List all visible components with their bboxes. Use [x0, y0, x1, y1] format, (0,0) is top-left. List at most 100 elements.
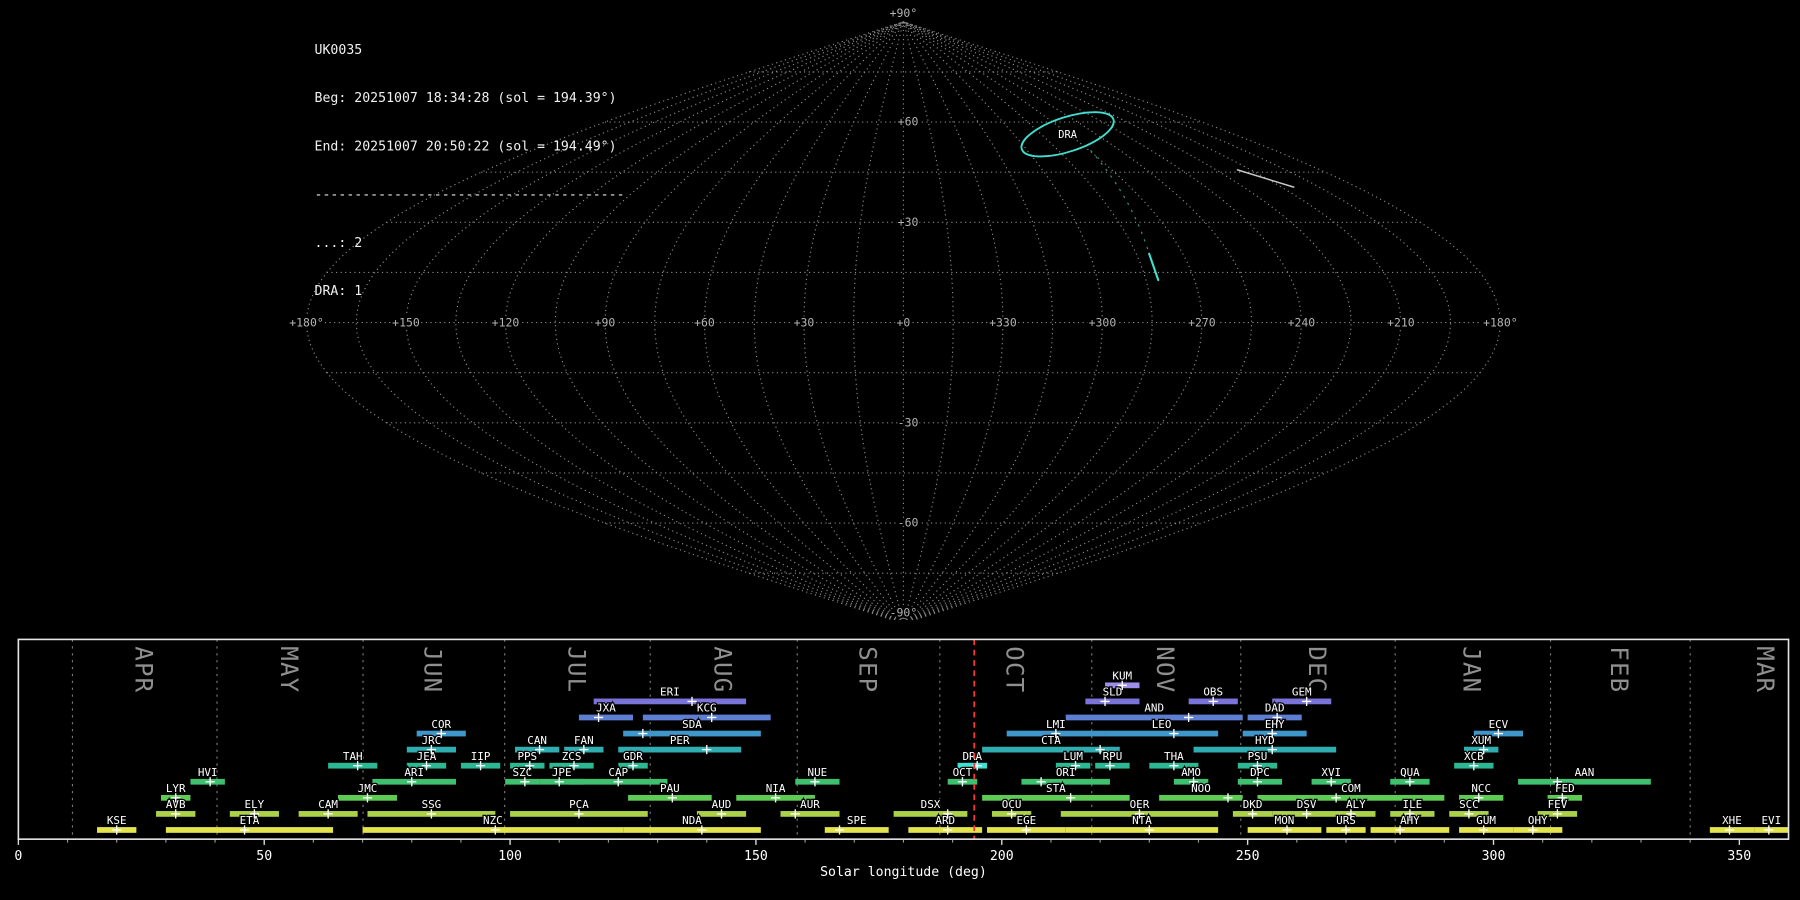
- shower-label: TAH: [343, 750, 363, 763]
- month-label: SEP: [853, 646, 881, 693]
- month-label: JUL: [562, 646, 590, 693]
- shower-label: FEV: [1548, 798, 1568, 811]
- shower-label: JRC: [422, 734, 442, 747]
- axis-tick-label: 150: [744, 849, 768, 864]
- shower-label: GUM: [1476, 814, 1496, 827]
- shower-label: DSX: [921, 798, 941, 811]
- shower-label: EVI: [1761, 814, 1781, 827]
- lon-label: +270: [1188, 316, 1216, 330]
- station-id: UK0035: [314, 41, 363, 58]
- shower-label: MON: [1275, 814, 1295, 827]
- shower-label: NTA: [1132, 814, 1152, 827]
- lat-label: +30: [898, 215, 919, 229]
- shower-label: ARD: [935, 814, 955, 827]
- shower-label: CAM: [318, 798, 338, 811]
- shower-bar: [1513, 827, 1563, 833]
- lon-label: +300: [1089, 316, 1117, 330]
- shower-label: THA: [1164, 750, 1184, 763]
- shower-bar: [1065, 827, 1219, 833]
- sporadic-count: ...: 2: [314, 234, 363, 251]
- map-meridian: [803, 21, 904, 620]
- shower-label: DSV: [1297, 798, 1317, 811]
- lat-label: -60: [898, 516, 919, 530]
- sky-map: +180° +150 +120 +90 +60 +30 +0 +330 +300 +270 +240…: [288, 4, 1519, 620]
- dra-meteor: [1148, 252, 1160, 282]
- lon-label: +0: [897, 316, 911, 330]
- shower-label: SCC: [1459, 798, 1479, 811]
- shower-label: AUD: [712, 798, 732, 811]
- shower-bar: [1518, 778, 1651, 785]
- month-label: JUN: [419, 646, 447, 693]
- shower-label: COR: [431, 718, 451, 731]
- shower-label: LEO: [1152, 718, 1172, 731]
- radiant-map-app: +180° +150 +120 +90 +60 +30 +0 +330 +300 +270 +240…: [0, 0, 1800, 900]
- shower-label: ALY: [1346, 798, 1366, 811]
- shower-label: URS: [1336, 814, 1356, 827]
- shower-label: OER: [1130, 798, 1150, 811]
- lon-label: +210: [1387, 316, 1415, 330]
- axis-tick-label: 200: [990, 849, 1014, 864]
- shower-bar: [824, 827, 889, 833]
- shower-label: ILE: [1403, 798, 1423, 811]
- shower-label: XVI: [1321, 766, 1341, 779]
- axis-tick-label: 250: [1236, 849, 1260, 864]
- shower-label: JEA: [417, 750, 437, 763]
- lat-label: +90°: [890, 6, 918, 20]
- lon-label: +240: [1288, 316, 1316, 330]
- shower-bar: [893, 811, 968, 817]
- month-label: OCT: [1001, 646, 1029, 693]
- shower-bar: [593, 698, 747, 705]
- shower-label: KCG: [697, 702, 717, 715]
- begin-time: Beg: 20251007 18:34:28 (sol = 194.39°): [314, 89, 617, 106]
- shower-label: QUA: [1400, 766, 1420, 779]
- shower-label: AND: [1144, 702, 1164, 715]
- shower-label: JPE: [552, 766, 572, 779]
- month-label: MAY: [275, 646, 303, 693]
- lat-label: -90°: [890, 605, 918, 619]
- shower-label: OBS: [1203, 686, 1223, 699]
- shower-label: NCC: [1471, 782, 1491, 795]
- axis-tick-label: 0: [14, 849, 22, 864]
- end-time: End: 20251007 20:50:22 (sol = 194.49°): [314, 137, 617, 154]
- lon-label: +30: [794, 316, 815, 330]
- shower-label: COM: [1341, 782, 1361, 795]
- shower-label: LYR: [166, 782, 186, 795]
- shower-label: JMC: [358, 782, 378, 795]
- shower-bar: [165, 827, 334, 833]
- map-meridian: [654, 21, 904, 620]
- map-meridian: [902, 21, 954, 620]
- shower-bar: [1085, 698, 1140, 705]
- shower-label: OCU: [1002, 798, 1022, 811]
- shower-label: LUM: [1063, 750, 1083, 763]
- shower-label: NUE: [808, 766, 828, 779]
- shower-label: AAN: [1575, 766, 1595, 779]
- lat-label: -30: [898, 415, 919, 429]
- shower-label: CAP: [608, 766, 628, 779]
- shower-label: DAD: [1265, 702, 1285, 715]
- month-label: MAR: [1751, 646, 1779, 693]
- shower-label: DKD: [1243, 798, 1263, 811]
- info-panel: UK0035 Beg: 20251007 18:34:28 (sol = 194…: [315, 9, 625, 330]
- month-label: NOV: [1151, 646, 1179, 693]
- shower-bar: [780, 811, 840, 817]
- shower-label: PCA: [569, 798, 589, 811]
- map-meridian: [903, 21, 1352, 620]
- dra-count: DRA: 1: [314, 282, 363, 299]
- shower-label: ERI: [660, 686, 680, 699]
- shower-label: KUM: [1112, 670, 1132, 683]
- shower-label: AMO: [1181, 766, 1201, 779]
- shower-label: EHY: [1265, 718, 1285, 731]
- axis-tick-label: 50: [256, 849, 272, 864]
- shower-label: XUM: [1471, 734, 1491, 747]
- map-meridian: [903, 21, 1203, 620]
- shower-bar: [1105, 730, 1219, 737]
- shower-label: PPS: [517, 750, 537, 763]
- shower-label: ELY: [245, 798, 265, 811]
- shower-label: FAN: [574, 734, 594, 747]
- shower-label: XCB: [1464, 750, 1484, 763]
- shower-label: EGE: [1017, 814, 1037, 827]
- month-label: FEB: [1605, 646, 1633, 693]
- shower-bar: [623, 827, 761, 833]
- shower-label: HVI: [198, 766, 218, 779]
- shower-label: CAN: [527, 734, 547, 747]
